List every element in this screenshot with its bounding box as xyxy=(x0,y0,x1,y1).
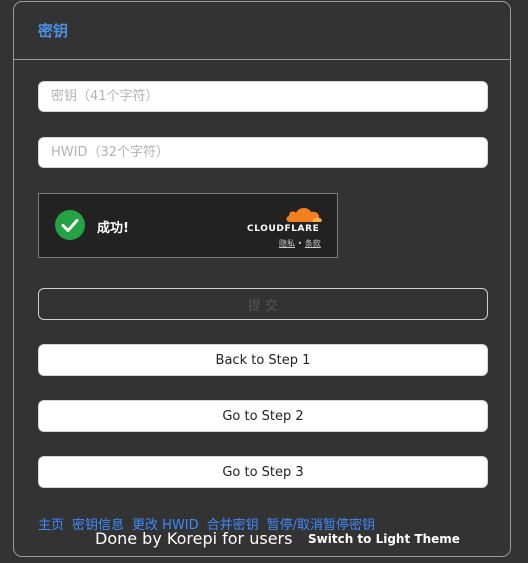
cloudflare-wordmark: CLOUDFLARE xyxy=(247,224,320,234)
go-to-step-3-button[interactable]: Go to Step 3 xyxy=(38,456,488,488)
key-card: 密钥 成功! CLOUDFLARE 隐私 • 条款 提 交 Back to St… xyxy=(13,1,511,557)
go-to-step-2-button[interactable]: Go to Step 2 xyxy=(38,400,488,432)
card-header: 密钥 xyxy=(14,2,510,60)
terms-link[interactable]: 条款 xyxy=(305,239,321,248)
back-to-step-1-button[interactable]: Back to Step 1 xyxy=(38,344,488,376)
success-check-icon xyxy=(55,210,85,240)
page-title: 密钥 xyxy=(38,22,69,40)
nav-link-home[interactable]: 主页 xyxy=(38,518,64,533)
cloudflare-logo-icon xyxy=(286,207,322,222)
theme-toggle-button[interactable]: Switch to Light Theme xyxy=(308,532,460,546)
key-input[interactable] xyxy=(38,81,488,112)
captcha-links: 隐私 • 条款 xyxy=(279,238,321,249)
hwid-input[interactable] xyxy=(38,137,488,168)
submit-button[interactable]: 提 交 xyxy=(38,288,488,320)
credits-text: Done by Korepi for users xyxy=(95,529,293,548)
cloudflare-captcha-widget[interactable]: 成功! CLOUDFLARE 隐私 • 条款 xyxy=(38,193,338,258)
captcha-status: 成功! xyxy=(97,221,129,236)
links-separator: • xyxy=(297,239,303,248)
privacy-link[interactable]: 隐私 xyxy=(279,239,295,248)
